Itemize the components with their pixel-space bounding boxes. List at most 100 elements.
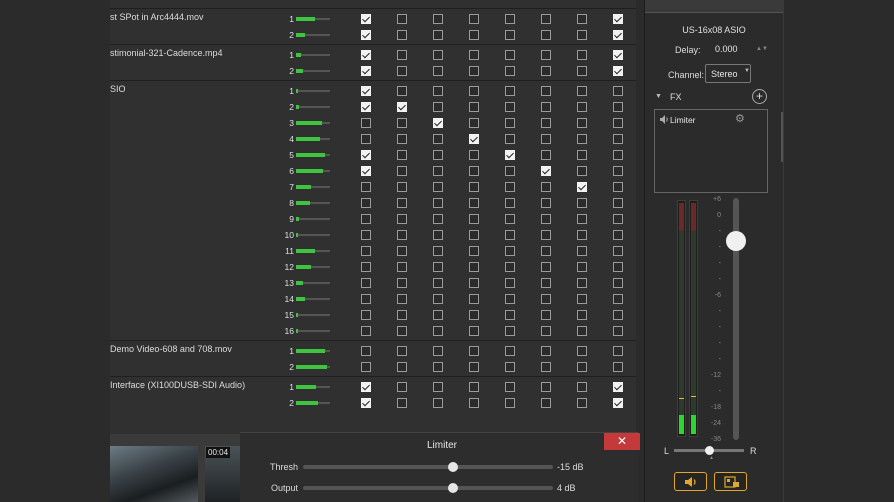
route-checkbox[interactable] (469, 198, 479, 208)
route-checkbox[interactable] (361, 362, 371, 372)
route-checkbox[interactable] (505, 214, 515, 224)
route-checkbox[interactable] (541, 166, 551, 176)
thresh-slider[interactable] (303, 462, 553, 472)
route-checkbox[interactable] (577, 166, 587, 176)
preview-thumbnail[interactable] (110, 446, 198, 502)
pan-slider-knob[interactable] (704, 446, 714, 455)
route-checkbox[interactable] (397, 86, 407, 96)
route-checkbox[interactable] (505, 30, 515, 40)
route-checkbox[interactable] (361, 246, 371, 256)
route-checkbox[interactable] (469, 326, 479, 336)
route-checkbox[interactable] (469, 246, 479, 256)
route-checkbox[interactable] (541, 230, 551, 240)
route-checkbox[interactable] (541, 326, 551, 336)
route-checkbox[interactable] (577, 30, 587, 40)
route-checkbox[interactable] (397, 246, 407, 256)
route-checkbox[interactable] (541, 50, 551, 60)
route-checkbox[interactable] (433, 30, 443, 40)
route-checkbox[interactable] (577, 230, 587, 240)
route-checkbox[interactable] (361, 326, 371, 336)
route-checkbox[interactable] (541, 86, 551, 96)
route-checkbox[interactable] (613, 230, 623, 240)
route-checkbox[interactable] (397, 382, 407, 392)
route-checkbox[interactable] (505, 262, 515, 272)
route-checkbox[interactable] (469, 398, 479, 408)
route-checkbox[interactable] (577, 150, 587, 160)
route-checkbox[interactable] (613, 294, 623, 304)
route-checkbox[interactable] (541, 246, 551, 256)
route-checkbox[interactable] (613, 262, 623, 272)
route-checkbox[interactable] (577, 246, 587, 256)
route-checkbox[interactable] (577, 66, 587, 76)
route-checkbox[interactable] (433, 102, 443, 112)
route-checkbox[interactable] (361, 50, 371, 60)
route-checkbox[interactable] (361, 86, 371, 96)
route-checkbox[interactable] (577, 14, 587, 24)
fx-collapse-icon[interactable]: ▼ (655, 93, 662, 100)
route-checkbox[interactable] (577, 134, 587, 144)
pan-slider[interactable] (674, 446, 744, 455)
route-checkbox[interactable] (469, 14, 479, 24)
route-checkbox[interactable] (613, 326, 623, 336)
route-checkbox[interactable] (541, 150, 551, 160)
route-checkbox[interactable] (469, 134, 479, 144)
route-checkbox[interactable] (397, 30, 407, 40)
route-checkbox[interactable] (397, 262, 407, 272)
route-checkbox[interactable] (505, 86, 515, 96)
route-checkbox[interactable] (613, 182, 623, 192)
route-checkbox[interactable] (613, 310, 623, 320)
route-checkbox[interactable] (541, 362, 551, 372)
output-slider[interactable] (303, 483, 553, 493)
route-checkbox[interactable] (577, 182, 587, 192)
route-checkbox[interactable] (577, 362, 587, 372)
route-checkbox[interactable] (505, 310, 515, 320)
route-checkbox[interactable] (577, 214, 587, 224)
route-checkbox[interactable] (397, 50, 407, 60)
route-checkbox[interactable] (433, 50, 443, 60)
route-checkbox[interactable] (433, 182, 443, 192)
route-checkbox[interactable] (577, 278, 587, 288)
route-checkbox[interactable] (541, 30, 551, 40)
route-checkbox[interactable] (397, 150, 407, 160)
route-checkbox[interactable] (613, 86, 623, 96)
route-checkbox[interactable] (577, 294, 587, 304)
route-checkbox[interactable] (433, 398, 443, 408)
route-checkbox[interactable] (613, 50, 623, 60)
route-checkbox[interactable] (433, 294, 443, 304)
route-checkbox[interactable] (433, 214, 443, 224)
route-checkbox[interactable] (397, 294, 407, 304)
route-checkbox[interactable] (505, 134, 515, 144)
route-checkbox[interactable] (505, 118, 515, 128)
route-checkbox[interactable] (397, 230, 407, 240)
route-checkbox[interactable] (469, 262, 479, 272)
route-checkbox[interactable] (361, 294, 371, 304)
route-checkbox[interactable] (541, 398, 551, 408)
route-checkbox[interactable] (361, 118, 371, 128)
route-checkbox[interactable] (361, 102, 371, 112)
route-checkbox[interactable] (505, 166, 515, 176)
route-checkbox[interactable] (613, 214, 623, 224)
route-checkbox[interactable] (433, 134, 443, 144)
route-checkbox[interactable] (433, 66, 443, 76)
route-checkbox[interactable] (613, 362, 623, 372)
route-checkbox[interactable] (577, 102, 587, 112)
route-checkbox[interactable] (397, 182, 407, 192)
route-checkbox[interactable] (433, 310, 443, 320)
route-checkbox[interactable] (577, 262, 587, 272)
route-checkbox[interactable] (397, 214, 407, 224)
route-checkbox[interactable] (397, 66, 407, 76)
route-checkbox[interactable] (541, 118, 551, 128)
route-checkbox[interactable] (577, 198, 587, 208)
route-checkbox[interactable] (469, 182, 479, 192)
route-checkbox[interactable] (361, 30, 371, 40)
route-checkbox[interactable] (541, 66, 551, 76)
route-checkbox[interactable] (469, 294, 479, 304)
route-checkbox[interactable] (505, 50, 515, 60)
channel-select[interactable]: Stereo ▼ (705, 64, 751, 83)
route-checkbox[interactable] (469, 310, 479, 320)
route-checkbox[interactable] (361, 182, 371, 192)
route-checkbox[interactable] (397, 326, 407, 336)
route-checkbox[interactable] (505, 278, 515, 288)
route-checkbox[interactable] (505, 102, 515, 112)
route-checkbox[interactable] (505, 246, 515, 256)
